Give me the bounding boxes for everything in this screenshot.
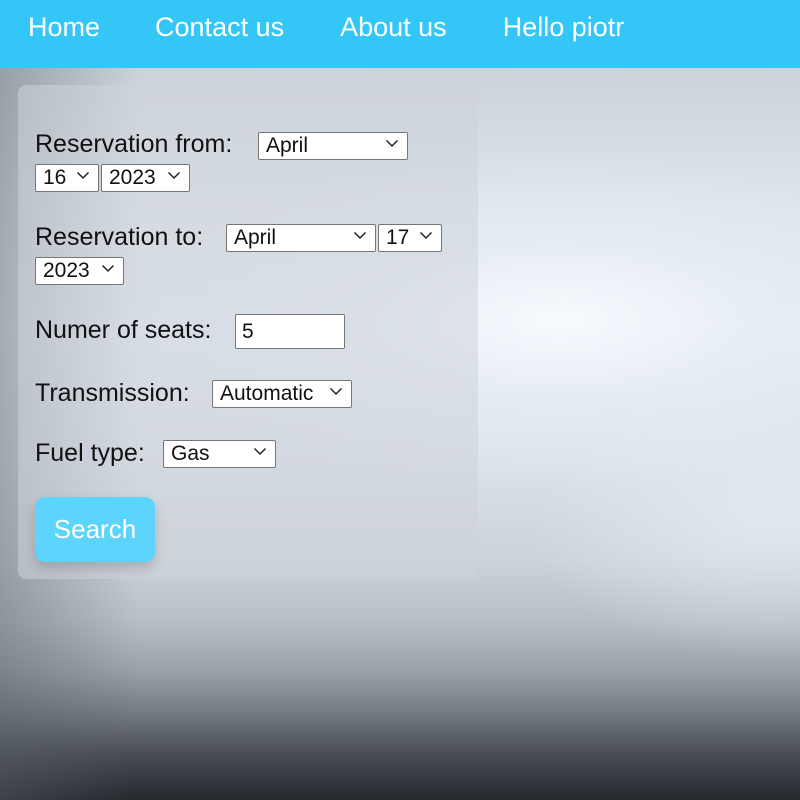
nav-user-greeting[interactable]: Hello piotr bbox=[503, 14, 625, 41]
chevron-down-icon bbox=[76, 168, 90, 182]
reservation-from-day-select[interactable]: 16 bbox=[35, 164, 99, 192]
top-navbar: Home Contact us About us Hello piotr bbox=[0, 0, 800, 68]
fuel-type-label: Fuel type: bbox=[35, 439, 145, 467]
seats-input[interactable]: 5 bbox=[235, 314, 345, 349]
reservation-to-day-value: 17 bbox=[386, 226, 410, 249]
chevron-down-icon bbox=[385, 136, 399, 150]
transmission-label: Transmission: bbox=[35, 379, 190, 407]
transmission-select[interactable]: Automatic bbox=[212, 380, 352, 408]
fuel-type-select[interactable]: Gas bbox=[163, 440, 276, 468]
reservation-from-year-value: 2023 bbox=[109, 166, 156, 189]
seats-label: Numer of seats: bbox=[35, 316, 212, 344]
fuel-type-value: Gas bbox=[171, 442, 210, 465]
search-button[interactable]: Search bbox=[35, 497, 155, 562]
reservation-to-label: Reservation to: bbox=[35, 223, 204, 251]
chevron-down-icon bbox=[329, 384, 343, 398]
nav-about-link[interactable]: About us bbox=[340, 14, 447, 41]
chevron-down-icon bbox=[353, 228, 367, 242]
reservation-to-year-value: 2023 bbox=[43, 259, 90, 282]
reservation-from-year-select[interactable]: 2023 bbox=[101, 164, 190, 192]
nav-contact-link[interactable]: Contact us bbox=[155, 14, 284, 41]
reservation-from-day-value: 16 bbox=[43, 166, 67, 189]
transmission-value: Automatic bbox=[220, 382, 314, 405]
seats-value: 5 bbox=[242, 320, 254, 343]
chevron-down-icon bbox=[253, 444, 267, 458]
reservation-to-month-value: April bbox=[234, 226, 277, 249]
nav-home-link[interactable]: Home bbox=[28, 14, 100, 41]
chevron-down-icon bbox=[101, 261, 115, 275]
reservation-to-day-select[interactable]: 17 bbox=[378, 224, 442, 252]
chevron-down-icon bbox=[419, 228, 433, 242]
reservation-to-month-select[interactable]: April bbox=[226, 224, 376, 252]
reservation-from-month-value: April bbox=[266, 134, 309, 157]
chevron-down-icon bbox=[167, 168, 181, 182]
reservation-from-month-select[interactable]: April bbox=[258, 132, 408, 160]
reservation-to-year-select[interactable]: 2023 bbox=[35, 257, 124, 285]
reservation-from-label: Reservation from: bbox=[35, 130, 233, 158]
